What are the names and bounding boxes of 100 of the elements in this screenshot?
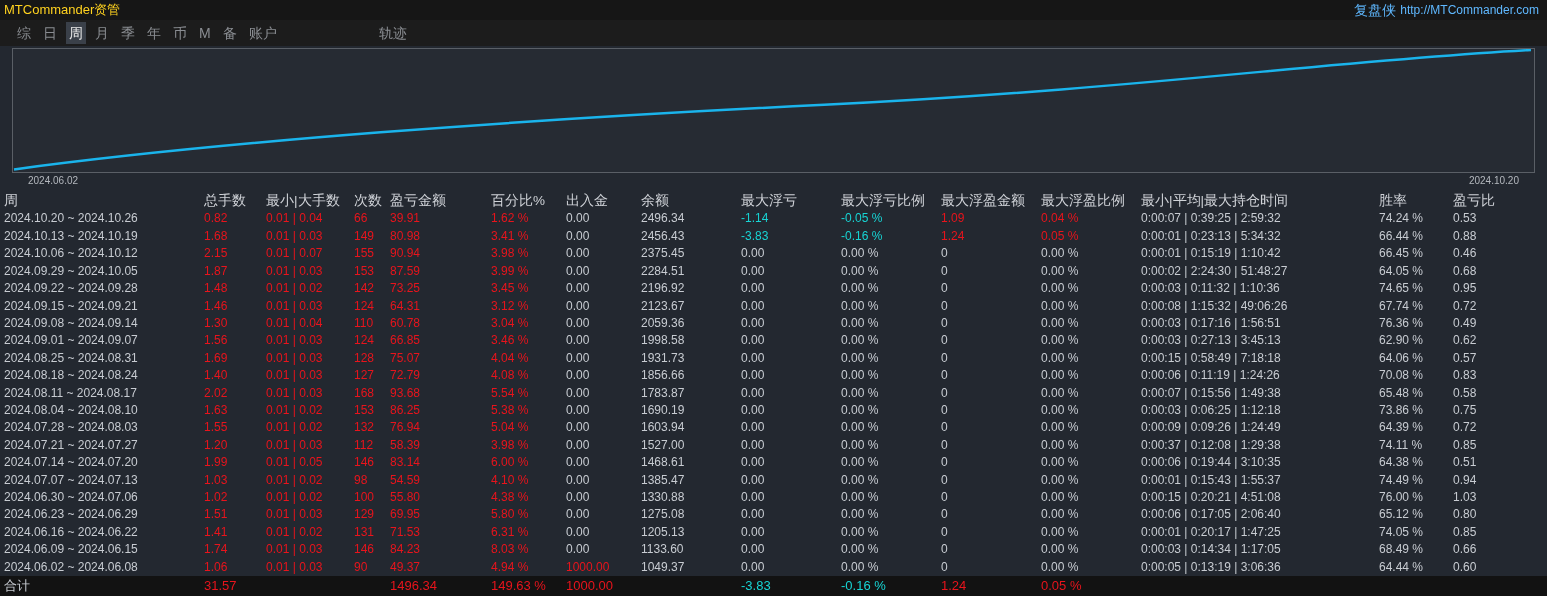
tab[interactable]: 轨迹 — [375, 22, 410, 45]
table-cell-text: 0.57 — [1453, 349, 1478, 367]
table-cell-text: 3.46 % — [491, 332, 530, 350]
table-cell-text: 65.12 % — [1379, 506, 1425, 524]
table-cell-text: 0.00 % — [1041, 419, 1080, 437]
tab[interactable]: 综 — [14, 22, 34, 45]
tab[interactable]: 季 — [118, 22, 138, 45]
table-cell-text: 0.01 | 0.03 — [266, 541, 324, 559]
table-cell-text: 1133.60 — [641, 541, 685, 559]
column-header: 最小|平均|最大持仓时间 — [1141, 192, 1289, 211]
tab[interactable]: 周 — [66, 22, 86, 45]
table-cell-text: 5.04 % — [491, 419, 530, 437]
table-cell-text: 0.01 | 0.03 — [266, 227, 324, 245]
column-header: 出入金 — [566, 192, 609, 211]
table-cell-text: 1.69 — [204, 349, 229, 367]
table-cell-text: 0.05 % — [1041, 577, 1083, 595]
table-cell-text: 0.00 % — [841, 541, 880, 559]
table-cell-text: 0:00:03 | 0:14:34 | 1:17:05 — [1141, 541, 1282, 559]
tab[interactable]: 币 — [170, 22, 190, 45]
table-cell-text: 0.00 % — [841, 297, 880, 315]
table-cell-text: 0.01 | 0.03 — [266, 506, 324, 524]
table-cell-text: 5.54 % — [491, 384, 530, 402]
tab[interactable]: 年 — [144, 22, 164, 45]
table-cell-text: 6.00 % — [491, 454, 530, 472]
tab[interactable]: 账户 — [245, 22, 280, 45]
column-header: 最大浮亏 — [741, 192, 798, 211]
table-cell-text: 0.00 % — [841, 471, 880, 489]
table-cell-text: 86.25 — [390, 401, 422, 419]
website-link[interactable]: http://MTCommander.com — [1400, 1, 1539, 19]
table-cell-text: 0.00 % — [1041, 384, 1080, 402]
table-cell-text: 0.00 % — [841, 506, 880, 524]
table-cell-text: 0 — [941, 558, 949, 576]
table-cell-text: 155 — [354, 245, 376, 263]
table-cell-text: 76.36 % — [1379, 314, 1425, 332]
table-cell-text: 64.38 % — [1379, 454, 1425, 472]
table-cell-text: 0.00 — [566, 471, 591, 489]
table-cell-text: 90 — [354, 558, 369, 576]
table-cell-text: 0.01 | 0.03 — [266, 262, 324, 280]
column-header: 余额 — [641, 192, 670, 211]
table-cell-text: 0:00:37 | 0:12:08 | 1:29:38 — [1141, 436, 1282, 454]
tab[interactable]: M — [196, 22, 214, 45]
table-cell-text: 0.00 — [566, 367, 591, 385]
tab[interactable]: 备 — [219, 22, 240, 45]
tab[interactable]: 日 — [40, 22, 60, 45]
table-cell-text: 1000.00 — [566, 558, 611, 576]
table-cell-text: 1.46 — [204, 297, 229, 315]
table-cell-text: 66.85 — [390, 332, 422, 350]
table-cell-text: 5.80 % — [491, 506, 530, 524]
table-cell-text: 127 — [354, 367, 376, 385]
table-cell-text: 49.37 — [390, 558, 422, 576]
table-cell-text: 2.02 — [204, 384, 229, 402]
table-cell-text: 1049.37 — [641, 558, 686, 576]
table-cell-text: 2024.07.07 ~ 2024.07.13 — [4, 471, 139, 489]
table-cell-text: 0.75 — [1453, 401, 1478, 419]
table-cell-text: 0 — [941, 471, 949, 489]
table-cell-text: 39.91 — [390, 210, 422, 228]
table-cell-text: 0.00 — [741, 454, 766, 472]
table-cell-text: 1000.00 — [566, 577, 614, 595]
table-cell-text: 2024.07.28 ~ 2024.08.03 — [4, 419, 139, 437]
table-cell-text: 合计 — [4, 577, 31, 595]
table-cell-text: 0 — [941, 523, 949, 541]
table-cell-text: 0.01 | 0.03 — [266, 384, 324, 402]
table-cell-text: 0.00 — [741, 471, 766, 489]
table-cell-text: 3.12 % — [491, 297, 530, 315]
table-cell-text: 64.31 — [390, 297, 422, 315]
table-cell-text: 0.51 — [1453, 454, 1478, 472]
table-cell-text: 0.00 — [566, 436, 591, 454]
table-cell-text: 87.59 — [390, 262, 422, 280]
table-cell-text: 3.99 % — [491, 262, 530, 280]
table-cell-text: 1.63 — [204, 401, 229, 419]
table-cell-text: 0.01 | 0.02 — [266, 523, 324, 541]
table-cell-text: 80.98 — [390, 227, 422, 245]
table-cell-text: 0.00 % — [841, 349, 880, 367]
table-cell-text: 1.20 — [204, 436, 229, 454]
table-cell-text: 0.00 % — [841, 454, 880, 472]
table-cell-text: 2024.08.04 ~ 2024.08.10 — [4, 401, 139, 419]
table-cell-text: 0.01 | 0.03 — [266, 297, 324, 315]
table-cell-text: 4.38 % — [491, 488, 530, 506]
tab[interactable]: 月 — [92, 22, 112, 45]
table-cell-text: 2059.36 — [641, 314, 686, 332]
table-cell-text: 0:00:03 | 0:27:13 | 3:45:13 — [1141, 332, 1282, 350]
table-cell-text: 0.01 | 0.02 — [266, 401, 324, 419]
table-cell-text: 1783.87 — [641, 384, 686, 402]
table-cell-text: 2024.08.25 ~ 2024.08.31 — [4, 349, 139, 367]
table-cell-text: 0.00 % — [841, 367, 880, 385]
table-cell-text: 31.57 — [204, 577, 238, 595]
table-cell-text: 0.00 % — [841, 488, 880, 506]
table-cell-text: 0.00 % — [841, 419, 880, 437]
table-cell-text: 74.11 % — [1379, 436, 1424, 454]
table-cell-text: 0.00 — [566, 227, 591, 245]
table-cell-text: 0.00 — [566, 314, 591, 332]
table-cell-text: 1931.73 — [641, 349, 686, 367]
table-cell-text: 1.56 — [204, 332, 229, 350]
table-cell-text: 2024.09.22 ~ 2024.09.28 — [4, 280, 139, 298]
table-cell-text: 0.00 % — [841, 436, 880, 454]
table-cell-text: 0:00:03 | 0:11:32 | 1:10:36 — [1141, 280, 1281, 298]
table-cell-text: 0.00 — [741, 419, 766, 437]
column-header: 胜率 — [1379, 192, 1408, 211]
table-cell-text: 0.72 — [1453, 419, 1478, 437]
table-cell-text: 1.03 — [1453, 488, 1478, 506]
